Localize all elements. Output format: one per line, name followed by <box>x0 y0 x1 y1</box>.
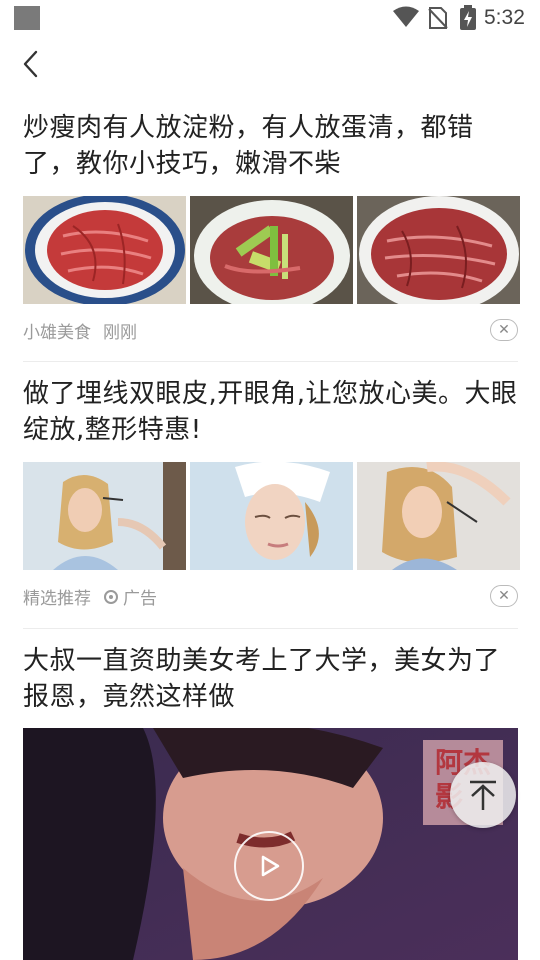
eye-exam-woman-icon <box>357 462 520 570</box>
ad-item-media[interactable]: 精选推荐 广告 ✕ <box>23 462 520 622</box>
divider <box>23 628 518 629</box>
video-title[interactable]: 大叔一直资助美女考上了大学，美女为了报恩，竟然这样做 <box>23 643 518 715</box>
play-icon <box>261 855 280 877</box>
ad-item[interactable]: 做了埋线双眼皮,开眼角,让您放心美。大眼绽放,整形特惠! <box>23 376 518 448</box>
dismiss-button[interactable]: ✕ <box>490 319 518 341</box>
ad-source: 精选推荐 <box>23 589 91 609</box>
news-item-media[interactable]: 小雄美食 刚刚 ✕ <box>23 196 520 356</box>
close-icon: ✕ <box>498 588 510 604</box>
article-meta: 小雄美食 刚刚 <box>23 318 149 343</box>
video-thumbnail[interactable]: 阿杰影 <box>23 728 518 960</box>
ad-thumbnail[interactable] <box>357 462 520 570</box>
article-thumbnail[interactable] <box>23 196 186 304</box>
play-button[interactable] <box>234 831 304 901</box>
article-thumbnail[interactable] <box>190 196 353 304</box>
wifi-icon <box>393 6 419 27</box>
ad-badge-icon <box>104 589 118 604</box>
towel-woman-icon <box>190 462 353 570</box>
news-item[interactable]: 炒瘦肉有人放淀粉，有人放蛋清，都错了，教你小技巧，嫩滑不柴 <box>23 110 518 182</box>
makeup-woman-icon <box>23 462 186 570</box>
video-item[interactable]: 大叔一直资助美女考上了大学，美女为了报恩，竟然这样做 <box>23 643 518 715</box>
article-time: 刚刚 <box>103 323 137 343</box>
article-title[interactable]: 炒瘦肉有人放淀粉，有人放蛋清，都错了，教你小技巧，嫩滑不柴 <box>23 110 518 182</box>
ad-label: 广告 <box>123 589 157 609</box>
clock: 5:32 <box>484 6 525 29</box>
arrow-up-icon <box>470 780 496 810</box>
status-bar: 5:32 <box>0 0 540 36</box>
back-arrow-icon[interactable] <box>18 46 46 82</box>
close-icon: ✕ <box>498 322 510 338</box>
article-source: 小雄美食 <box>23 323 91 343</box>
marinated-meat-bowl-icon <box>357 196 520 304</box>
raw-meat-plate-icon <box>23 196 186 304</box>
ad-thumbnail[interactable] <box>190 462 353 570</box>
ad-meta: 精选推荐 广告 <box>23 584 169 609</box>
no-sim-icon <box>428 7 448 29</box>
article-thumbnail[interactable] <box>357 196 520 304</box>
ad-thumbnail[interactable] <box>23 462 186 570</box>
meat-celery-bowl-icon <box>190 196 353 304</box>
ad-title[interactable]: 做了埋线双眼皮,开眼角,让您放心美。大眼绽放,整形特惠! <box>23 376 518 448</box>
battery-charging-icon <box>460 5 476 30</box>
dismiss-button[interactable]: ✕ <box>490 585 518 607</box>
notification-icon <box>14 6 40 30</box>
back-to-top-button[interactable] <box>450 762 516 828</box>
divider <box>23 361 518 362</box>
